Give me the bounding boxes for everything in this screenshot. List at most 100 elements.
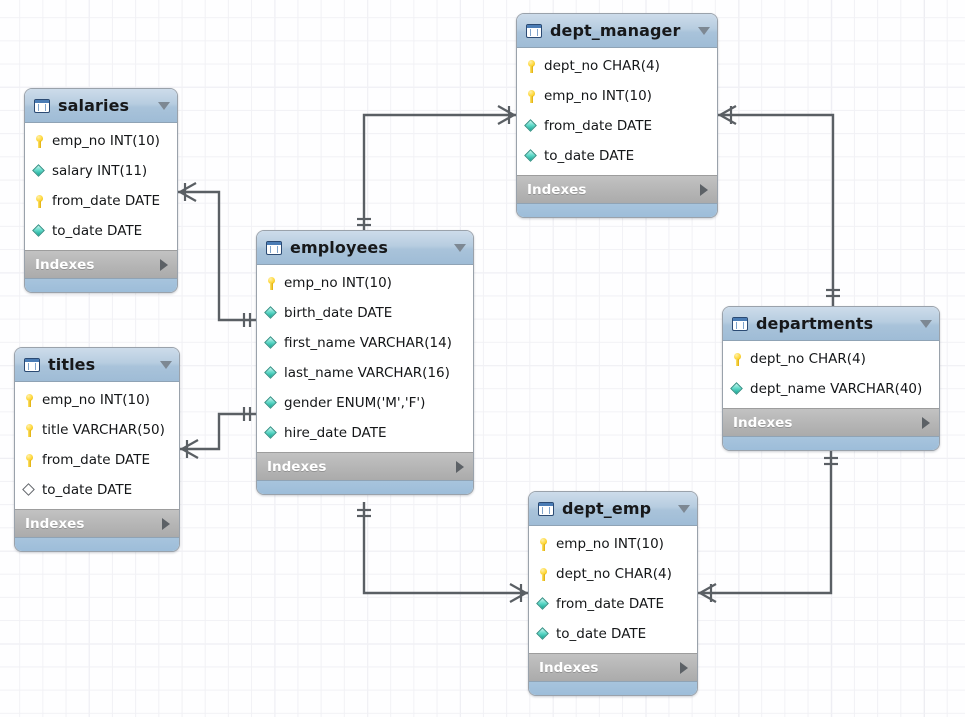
- column-label: to_date DATE: [544, 148, 634, 164]
- diamond-icon: [264, 336, 279, 351]
- column-list-dept_emp: emp_no INT(10) dept_no CHAR(4) from_date D…: [529, 526, 697, 653]
- column-row[interactable]: hire_date DATE: [257, 418, 473, 448]
- cardinality-many-titles-right: [182, 440, 198, 458]
- column-row[interactable]: emp_no INT(10): [25, 126, 177, 156]
- table-header-departments[interactable]: departments: [723, 307, 939, 341]
- table-header-titles[interactable]: titles: [15, 348, 179, 382]
- indexes-section-salaries[interactable]: Indexes: [25, 250, 177, 278]
- column-row[interactable]: emp_no INT(10): [257, 268, 473, 298]
- diamond-icon: [32, 164, 47, 179]
- column-row[interactable]: dept_no CHAR(4): [517, 51, 717, 81]
- column-list-dept_manager: dept_no CHAR(4)emp_no INT(10) from_date D…: [517, 48, 717, 175]
- table-footer: [529, 681, 697, 695]
- chevron-down-icon[interactable]: [920, 320, 932, 328]
- table-header-salaries[interactable]: salaries: [25, 89, 177, 123]
- cardinality-many-dept-emp-left: [510, 584, 526, 602]
- cardinality-one-departments-bottom: [824, 458, 838, 464]
- chevron-right-icon[interactable]: [700, 184, 708, 196]
- column-label: dept_no CHAR(4): [556, 566, 672, 582]
- table-salaries[interactable]: salaries emp_no INT(10) salary INT(11) from…: [24, 88, 178, 293]
- key-icon: [536, 567, 551, 582]
- column-row[interactable]: birth_date DATE: [257, 298, 473, 328]
- relationship-employees-dept-manager: [364, 115, 516, 230]
- table-title: salaries: [58, 96, 152, 115]
- column-label: dept_no CHAR(4): [750, 351, 866, 367]
- table-header-dept_manager[interactable]: dept_manager: [517, 14, 717, 48]
- column-row[interactable]: to_date DATE: [15, 475, 179, 505]
- key-icon: [22, 423, 37, 438]
- column-label: hire_date DATE: [284, 425, 386, 441]
- chevron-down-icon[interactable]: [158, 102, 170, 110]
- cardinality-one-departments-top: [826, 290, 840, 296]
- diamond-icon: [730, 382, 745, 397]
- key-icon: [22, 453, 37, 468]
- indexes-section-dept_emp[interactable]: Indexes: [529, 653, 697, 681]
- indexes-label: Indexes: [539, 660, 680, 676]
- table-title: dept_manager: [550, 21, 692, 40]
- diamond-icon: [264, 306, 279, 321]
- column-row[interactable]: dept_name VARCHAR(40): [723, 374, 939, 404]
- chevron-right-icon[interactable]: [160, 259, 168, 271]
- column-label: gender ENUM('M','F'): [284, 395, 425, 411]
- column-row[interactable]: from_date DATE: [25, 186, 177, 216]
- column-row[interactable]: emp_no INT(10): [517, 81, 717, 111]
- column-row[interactable]: emp_no INT(10): [529, 529, 697, 559]
- chevron-down-icon[interactable]: [698, 27, 710, 35]
- column-label: from_date DATE: [52, 193, 160, 209]
- column-label: to_date DATE: [52, 223, 142, 239]
- table-header-employees[interactable]: employees: [257, 231, 473, 265]
- column-row[interactable]: salary INT(11): [25, 156, 177, 186]
- column-row[interactable]: gender ENUM('M','F'): [257, 388, 473, 418]
- column-label: to_date DATE: [556, 626, 646, 642]
- table-dept_emp[interactable]: dept_empemp_no INT(10) dept_no CHAR(4) fro…: [528, 491, 698, 696]
- column-row[interactable]: to_date DATE: [517, 141, 717, 171]
- column-row[interactable]: emp_no INT(10): [15, 385, 179, 415]
- column-row[interactable]: to_date DATE: [25, 216, 177, 246]
- column-label: emp_no INT(10): [42, 392, 150, 408]
- chevron-down-icon[interactable]: [454, 244, 466, 252]
- table-icon: [34, 99, 50, 113]
- chevron-right-icon[interactable]: [456, 461, 464, 473]
- column-row[interactable]: dept_no CHAR(4): [723, 344, 939, 374]
- eer-diagram-canvas[interactable]: salaries emp_no INT(10) salary INT(11) from…: [0, 0, 965, 717]
- indexes-section-departments[interactable]: Indexes: [723, 408, 939, 436]
- diamond-icon: [524, 119, 539, 134]
- table-employees[interactable]: employees emp_no INT(10)birth_date DATEfi…: [256, 230, 474, 495]
- diamond-icon: [536, 597, 551, 612]
- table-dept_manager[interactable]: dept_manager dept_no CHAR(4)emp_no INT(10…: [516, 13, 718, 218]
- column-row[interactable]: title VARCHAR(50): [15, 415, 179, 445]
- table-icon: [538, 502, 554, 516]
- chevron-right-icon[interactable]: [162, 518, 170, 530]
- key-icon: [536, 537, 551, 552]
- chevron-right-icon[interactable]: [922, 417, 930, 429]
- column-row[interactable]: first_name VARCHAR(14): [257, 328, 473, 358]
- indexes-section-employees[interactable]: Indexes: [257, 452, 473, 480]
- table-titles[interactable]: titles emp_no INT(10) title VARCHAR(50)fro…: [14, 347, 180, 552]
- indexes-section-dept_manager[interactable]: Indexes: [517, 175, 717, 203]
- column-row[interactable]: to_date DATE: [529, 619, 697, 649]
- column-row[interactable]: from_date DATE: [529, 589, 697, 619]
- chevron-down-icon[interactable]: [160, 361, 172, 369]
- relationship-employees-dept-emp: [364, 502, 528, 593]
- table-title: employees: [290, 238, 448, 257]
- column-label: emp_no INT(10): [52, 133, 160, 149]
- indexes-label: Indexes: [527, 182, 700, 198]
- cardinality-many-dept-emp-right: [700, 584, 716, 602]
- table-footer: [257, 480, 473, 494]
- column-label: from_date DATE: [544, 118, 652, 134]
- column-list-titles: emp_no INT(10) title VARCHAR(50)from_date…: [15, 382, 179, 509]
- relationship-employees-titles: [180, 414, 256, 449]
- cardinality-one-employees-left-titles: [244, 407, 250, 421]
- table-title: departments: [756, 314, 914, 333]
- chevron-right-icon[interactable]: [680, 662, 688, 674]
- cardinality-many-dept-manager-right: [720, 106, 736, 124]
- column-row[interactable]: from_date DATE: [15, 445, 179, 475]
- table-footer: [517, 203, 717, 217]
- column-row[interactable]: dept_no CHAR(4): [529, 559, 697, 589]
- chevron-down-icon[interactable]: [678, 505, 690, 513]
- indexes-section-titles[interactable]: Indexes: [15, 509, 179, 537]
- column-row[interactable]: last_name VARCHAR(16): [257, 358, 473, 388]
- table-departments[interactable]: departments dept_no CHAR(4) dept_name VARC…: [722, 306, 940, 451]
- column-row[interactable]: from_date DATE: [517, 111, 717, 141]
- table-header-dept_emp[interactable]: dept_emp: [529, 492, 697, 526]
